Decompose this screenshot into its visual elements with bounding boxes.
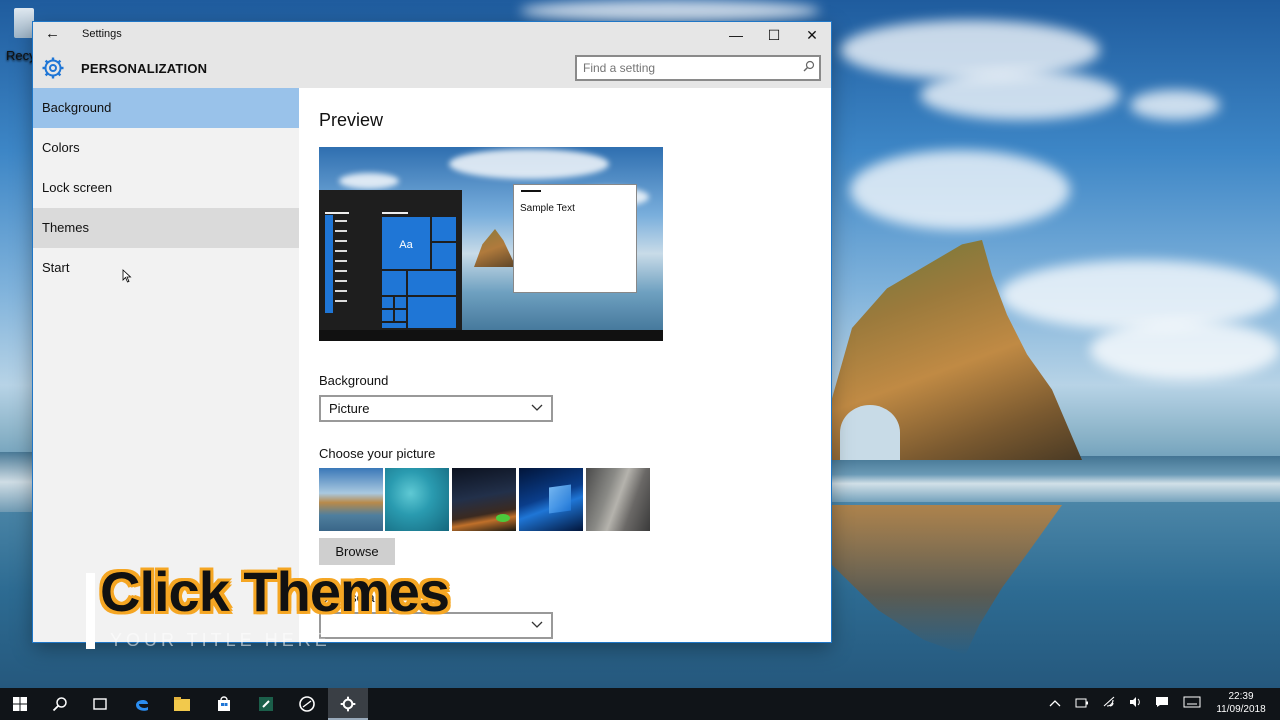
picture-thumbnail-3[interactable]	[452, 468, 516, 531]
keyboard-icon[interactable]	[1180, 688, 1204, 720]
settings-window: ← Settings — ☐ ✕ PERSONALIZATION Find a …	[33, 22, 831, 642]
search-input[interactable]	[583, 59, 793, 77]
subcaption-text: YOUR TITLE HERE	[110, 630, 331, 650]
app-circle-icon[interactable]	[287, 688, 327, 720]
background-dropdown-value: Picture	[329, 401, 370, 416]
sidebar-item-lock-screen[interactable]: Lock screen	[33, 168, 299, 208]
background-preview: Aa Sample Text	[319, 147, 663, 341]
preview-start-menu: Aa	[319, 190, 462, 341]
background-label: Background	[319, 373, 389, 388]
search-icon[interactable]	[40, 688, 80, 720]
task-view-icon[interactable]	[80, 688, 120, 720]
store-icon[interactable]	[204, 688, 244, 720]
chevron-down-icon	[531, 400, 543, 417]
settings-taskbar-icon[interactable]	[328, 688, 368, 720]
wifi-icon[interactable]	[1100, 688, 1120, 720]
minimize-button[interactable]: —	[717, 22, 755, 48]
sidebar-item-start[interactable]: Start	[33, 248, 299, 288]
close-button[interactable]: ✕	[793, 22, 831, 48]
sidebar-item-background[interactable]: Background	[33, 88, 299, 128]
clock-time: 22:39	[1228, 691, 1254, 702]
page-title: PERSONALIZATION	[81, 61, 208, 76]
back-arrow-icon[interactable]: ←	[45, 25, 65, 45]
taskbar: 22:39 11/09/2018	[0, 688, 1280, 720]
sidebar-item-colors[interactable]: Colors	[33, 128, 299, 168]
app-title: Settings	[82, 28, 122, 40]
clock-date: 11/09/2018	[1216, 704, 1266, 715]
picture-thumbnail-4[interactable]	[519, 468, 583, 531]
picture-thumbnail-2[interactable]	[385, 468, 449, 531]
mouse-cursor-icon	[122, 269, 132, 283]
preview-heading: Preview	[319, 110, 384, 130]
volume-icon[interactable]	[1126, 688, 1146, 720]
chevron-up-icon[interactable]	[1046, 688, 1064, 720]
caption-text: Click Themes	[100, 560, 450, 623]
title-bar[interactable]: ← Settings — ☐ ✕	[33, 22, 831, 48]
search-icon[interactable]	[803, 60, 815, 75]
windows-logo-icon[interactable]	[0, 688, 40, 720]
settings-header: PERSONALIZATION	[33, 48, 831, 88]
preview-sample-window: Sample Text	[513, 184, 637, 293]
recycle-bin-icon[interactable]: Recyc	[0, 4, 42, 63]
picture-thumbnail-5[interactable]	[586, 468, 650, 531]
system-clock[interactable]: 22:39 11/09/2018	[1210, 690, 1272, 716]
edge-browser-icon[interactable]	[122, 688, 162, 720]
gear-icon	[41, 56, 65, 80]
background-dropdown[interactable]: Picture	[319, 395, 553, 422]
maximize-button[interactable]: ☐	[755, 22, 793, 48]
sidebar-item-themes[interactable]: Themes	[33, 208, 299, 248]
preview-tile: Aa	[381, 216, 431, 270]
picture-thumbnail-1[interactable]	[319, 468, 383, 531]
search-box[interactable]	[575, 55, 821, 81]
chevron-down-icon	[531, 617, 543, 634]
action-center-icon[interactable]	[1152, 688, 1172, 720]
choose-picture-label: Choose your picture	[319, 446, 436, 461]
sample-text: Sample Text	[520, 203, 575, 214]
caption-accent-bar	[86, 573, 95, 649]
file-explorer-icon[interactable]	[162, 688, 202, 720]
video-editor-icon[interactable]	[246, 688, 286, 720]
battery-icon[interactable]	[1072, 688, 1092, 720]
